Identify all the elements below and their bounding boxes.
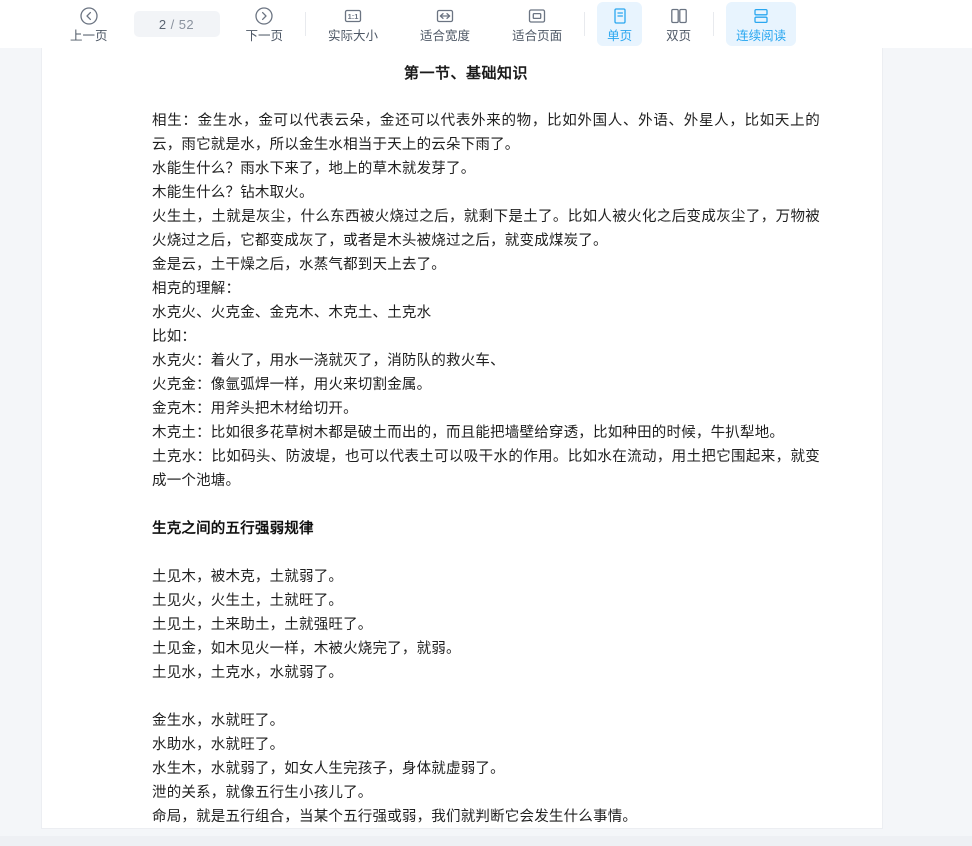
single-page-button[interactable]: 单页 [597, 2, 643, 46]
toolbar-divider-2 [584, 12, 586, 36]
double-page-label: 双页 [666, 29, 692, 43]
paragraph: 火生土，土就是灰尘，什么东西被火烧过之后，就剩下是土了。比如人被火化之后变成灰尘… [152, 209, 820, 249]
paragraph: 相克的理解： [152, 281, 241, 297]
document-viewer[interactable]: 第一节、基础知识 相生：金生水，金可以代表云朵，金还可以代表外来的物，比如外国人… [0, 48, 972, 846]
chevron-right-circle-icon [254, 5, 274, 27]
paragraph: 土克水：比如码头、防波堤，也可以代表土可以吸干水的作用。比如水在流动，用土把它围… [152, 449, 820, 489]
single-page-label: 单页 [607, 29, 633, 43]
page-content: 第一节、基础知识 相生：金生水，金可以代表云朵，金还可以代表外来的物，比如外国人… [42, 48, 882, 828]
fit-page-icon [527, 5, 547, 27]
section-heading: 生克之间的五行强弱规律 [152, 521, 314, 537]
fit-width-button[interactable]: 适合宽度 [410, 2, 480, 46]
page-total-value: 52 [178, 16, 195, 32]
rule-line: 土见土，土来助土，土就强旺了。 [152, 617, 373, 633]
next-page-label: 下一页 [245, 29, 284, 43]
rule-line: 金生水，水就旺了。 [152, 713, 285, 729]
rule-line: 水生木，水就弱了，如女人生完孩子，身体就虚弱了。 [152, 761, 505, 777]
paragraph: 火克金：像氩弧焊一样，用火来切割金属。 [152, 377, 432, 393]
chevron-left-circle-icon [79, 5, 99, 27]
paragraph: 木克土：比如很多花草树木都是破土而出的，而且能把墙壁给穿透，比如种田的时候，牛扒… [152, 425, 785, 441]
rule-line: 土见木，被木克，土就弱了。 [152, 569, 344, 585]
document-body: 相生：金生水，金可以代表云朵，金还可以代表外来的物，比如外国人、外语、外星人，比… [152, 109, 820, 828]
continuous-read-label: 连续阅读 [736, 29, 787, 43]
paragraph-spacer [152, 685, 820, 709]
fit-page-label: 适合页面 [512, 29, 563, 43]
paragraph: 木能生什么？钻木取火。 [152, 185, 314, 201]
next-page-button[interactable]: 下一页 [236, 2, 294, 46]
actual-size-label: 实际大小 [328, 29, 379, 43]
double-page-button[interactable]: 双页 [656, 2, 701, 46]
paragraph: 水克火：着火了，用水一浇就灭了，消防队的救火车、 [152, 353, 505, 369]
svg-text:1:1: 1:1 [348, 12, 359, 21]
viewer-toolbar: 上一页 2 / 52 下一页 1:1 实际大小 适合宽度 适合页面 单页 双页 … [0, 0, 972, 48]
document-page: 第一节、基础知识 相生：金生水，金可以代表云朵，金还可以代表外来的物，比如外国人… [42, 48, 882, 828]
toolbar-divider-3 [713, 12, 715, 36]
rule-line: 水助水，水就旺了。 [152, 737, 285, 753]
double-page-icon [669, 5, 689, 27]
prev-page-button[interactable]: 上一页 [60, 2, 118, 46]
paragraph: 水能生什么？雨水下来了，地上的草木就发芽了。 [152, 161, 476, 177]
toolbar-divider-1 [305, 12, 307, 36]
page-current-value: 2 [158, 16, 167, 32]
paragraph-spacer [152, 541, 820, 565]
rule-line: 土见火，火生土，土就旺了。 [152, 593, 344, 609]
continuous-scroll-icon [751, 5, 771, 27]
page-separator: / [170, 16, 175, 32]
paragraph: 金是云，土干燥之后，水蒸气都到天上去了。 [152, 257, 446, 273]
paragraph: 水克火、火克金、金克木、木克土、土克水 [152, 305, 432, 321]
rule-line: 泄的关系，就像五行生小孩儿了。 [152, 785, 373, 801]
prev-page-label: 上一页 [70, 29, 108, 43]
paragraph: 相生：金生水，金可以代表云朵，金还可以代表外来的物，比如外国人、外语、外星人，比… [152, 113, 820, 153]
fit-page-button[interactable]: 适合页面 [502, 2, 572, 46]
rule-line: 土见金，如木见火一样，木被火烧完了，就弱。 [152, 641, 461, 657]
paragraph: 比如： [152, 329, 197, 345]
paragraph-spacer [152, 493, 820, 517]
horizontal-scrollbar[interactable] [0, 836, 972, 846]
single-page-icon [610, 5, 630, 27]
page-number-input[interactable]: 2 / 52 [133, 11, 220, 37]
rule-line: 土见水，土克水，水就弱了。 [152, 665, 344, 681]
page-title: 第一节、基础知识 [403, 65, 528, 82]
paragraph: 金克木：用斧头把木材给切开。 [152, 401, 358, 417]
fit-width-label: 适合宽度 [420, 29, 471, 43]
rule-line: 命局，就是五行组合，当某个五行强或弱，我们就判断它会发生什么事情。 [152, 809, 638, 825]
continuous-read-button[interactable]: 连续阅读 [726, 2, 797, 46]
actual-size-button[interactable]: 1:1 实际大小 [318, 2, 388, 46]
fit-width-icon [435, 5, 455, 27]
one-to-one-icon: 1:1 [343, 5, 363, 27]
